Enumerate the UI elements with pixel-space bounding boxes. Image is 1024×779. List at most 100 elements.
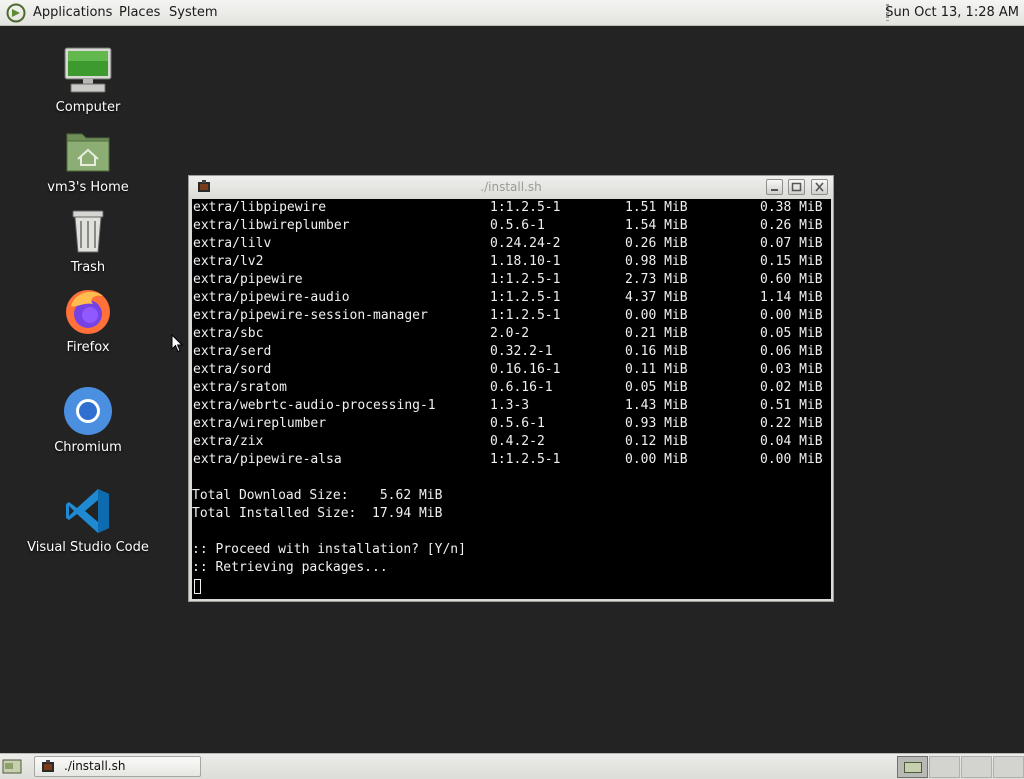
computer-icon	[63, 46, 113, 96]
proceed-prompt-line: :: Proceed with installation? [Y/n]	[192, 542, 466, 557]
download-size: 0.16 MiB	[625, 344, 688, 359]
top-panel: Applications Places System Sun Oct 13, 1…	[0, 0, 1024, 26]
installed-size: 0.06 MiB	[760, 344, 823, 359]
home-folder-icon	[63, 126, 113, 176]
installed-size: 0.38 MiB	[760, 200, 823, 215]
clock[interactable]: Sun Oct 13, 1:28 AM	[885, 0, 1019, 25]
download-size: 0.26 MiB	[625, 236, 688, 251]
workspace-3[interactable]	[961, 756, 992, 778]
package-name: extra/zix	[193, 434, 264, 449]
package-version: 1.18.10-1	[490, 254, 561, 269]
package-version: 1:1.2.5-1	[490, 290, 561, 305]
package-row: extra/lv2 1.18.10-1 0.98 MiB 0.15 MiB	[192, 253, 831, 271]
terminal-app-icon	[42, 760, 54, 772]
workspace-1[interactable]	[897, 756, 928, 778]
installed-size: 0.07 MiB	[760, 236, 823, 251]
package-version: 0.32.2-1	[490, 344, 553, 359]
download-size: 1.51 MiB	[625, 200, 688, 215]
download-size: 1.54 MiB	[625, 218, 688, 233]
package-row: extra/libpipewire 1:1.2.5-1 1.51 MiB 0.38 M…	[192, 199, 831, 217]
package-name: extra/libpipewire	[193, 200, 327, 215]
desktop-icon-label: vm3's Home	[47, 180, 129, 195]
installed-size: 0.26 MiB	[760, 218, 823, 233]
window-titlebar[interactable]: ./install.sh	[189, 176, 833, 198]
installed-size-line: Total Installed Size: 17.94 MiB	[192, 506, 443, 521]
maximize-icon	[791, 182, 802, 192]
package-name: extra/webrtc-audio-processing-1	[193, 398, 436, 413]
installed-size: 0.04 MiB	[760, 434, 823, 449]
desktop-icon-label: Firefox	[66, 340, 110, 355]
mouse-pointer-icon	[171, 334, 183, 353]
desktop-icon-computer[interactable]: Computer	[13, 46, 163, 115]
desktop-icon-label: Trash	[70, 260, 106, 275]
workspace-4[interactable]	[993, 756, 1024, 778]
package-row: extra/pipewire-audio 1:1.2.5-1 4.37 MiB 1.1…	[192, 289, 831, 307]
workspace-2[interactable]	[929, 756, 960, 778]
installed-size: 0.00 MiB	[760, 308, 823, 323]
package-version: 2.0-2	[490, 326, 530, 341]
package-version: 1.3-3	[490, 398, 530, 413]
download-size: 0.00 MiB	[625, 452, 688, 467]
package-version: 1:1.2.5-1	[490, 272, 561, 287]
desktop-icon-label: Chromium	[54, 440, 122, 455]
package-row: extra/webrtc-audio-processing-1 1.3-3 1.43…	[192, 397, 831, 415]
package-row: extra/pipewire 1:1.2.5-1 2.73 MiB 0.60 MiB	[192, 271, 831, 289]
show-desktop-icon[interactable]	[2, 758, 22, 775]
download-size: 2.73 MiB	[625, 272, 688, 287]
package-name: extra/serd	[193, 344, 272, 359]
download-size: 0.12 MiB	[625, 434, 688, 449]
package-name: extra/sord	[193, 362, 272, 377]
taskbar-button-label: ./install.sh	[64, 759, 126, 773]
package-name: extra/sratom	[193, 380, 287, 395]
package-name: extra/lv2	[193, 254, 264, 269]
desktop-icon-label: Visual Studio Code	[27, 540, 149, 555]
desktop-icon-label: Computer	[55, 100, 121, 115]
package-name: extra/wireplumber	[193, 416, 327, 431]
package-version: 0.4.2-2	[490, 434, 545, 449]
installed-size: 0.00 MiB	[760, 452, 823, 467]
package-name: extra/lilv	[193, 236, 272, 251]
package-row: extra/sbc 2.0-2 0.21 MiB 0.05 MiB	[192, 325, 831, 343]
package-row: extra/pipewire-session-manager 1:1.2.5-1 0…	[192, 307, 831, 325]
trash-icon	[63, 206, 113, 256]
desktop-icon-chromium[interactable]: Chromium	[13, 386, 163, 455]
package-row: extra/lilv 0.24.24-2 0.26 MiB 0.07 MiB	[192, 235, 831, 253]
package-name: extra/pipewire-session-manager	[193, 308, 428, 323]
desktop-icon-home[interactable]: vm3's Home	[13, 126, 163, 195]
package-name: extra/libwireplumber	[193, 218, 350, 233]
installed-size: 0.15 MiB	[760, 254, 823, 269]
download-size: 0.05 MiB	[625, 380, 688, 395]
desktop-icon-vscode[interactable]: Visual Studio Code	[13, 486, 163, 555]
terminal-window[interactable]: ./install.sh extra/libpipewire 1:1.2.5-1 1…	[188, 175, 834, 602]
vscode-icon	[63, 486, 113, 536]
taskbar-button-install[interactable]: ./install.sh	[34, 756, 201, 777]
terminal-cursor	[194, 579, 201, 594]
close-icon	[815, 182, 824, 192]
window-title: ./install.sh	[480, 180, 542, 194]
download-size: 0.11 MiB	[625, 362, 688, 377]
system-menu[interactable]: System	[169, 0, 217, 25]
terminal-output[interactable]: extra/libpipewire 1:1.2.5-1 1.51 MiB 0.38 M…	[192, 199, 831, 599]
package-name: extra/sbc	[193, 326, 264, 341]
installed-size: 0.02 MiB	[760, 380, 823, 395]
installed-size: 0.22 MiB	[760, 416, 823, 431]
minimize-button[interactable]	[766, 179, 783, 195]
desktop-icon-firefox[interactable]: Firefox	[13, 286, 163, 355]
download-size: 0.98 MiB	[625, 254, 688, 269]
close-button[interactable]	[811, 179, 828, 195]
chromium-icon	[63, 386, 113, 436]
desktop-icon-trash[interactable]: Trash	[13, 206, 163, 275]
mate-logo-icon[interactable]	[6, 3, 26, 23]
applications-menu[interactable]: Applications	[33, 0, 112, 25]
places-menu[interactable]: Places	[119, 0, 160, 25]
package-name: extra/pipewire	[193, 272, 303, 287]
installed-size: 0.03 MiB	[760, 362, 823, 377]
installed-size: 0.05 MiB	[760, 326, 823, 341]
package-version: 1:1.2.5-1	[490, 308, 561, 323]
workspace-window-thumbnail	[904, 762, 922, 773]
download-size: 0.21 MiB	[625, 326, 688, 341]
download-size: 1.43 MiB	[625, 398, 688, 413]
package-row: extra/wireplumber 0.5.6-1 0.93 MiB 0.22 MiB	[192, 415, 831, 433]
package-row: extra/zix 0.4.2-2 0.12 MiB 0.04 MiB	[192, 433, 831, 451]
maximize-button[interactable]	[788, 179, 805, 195]
